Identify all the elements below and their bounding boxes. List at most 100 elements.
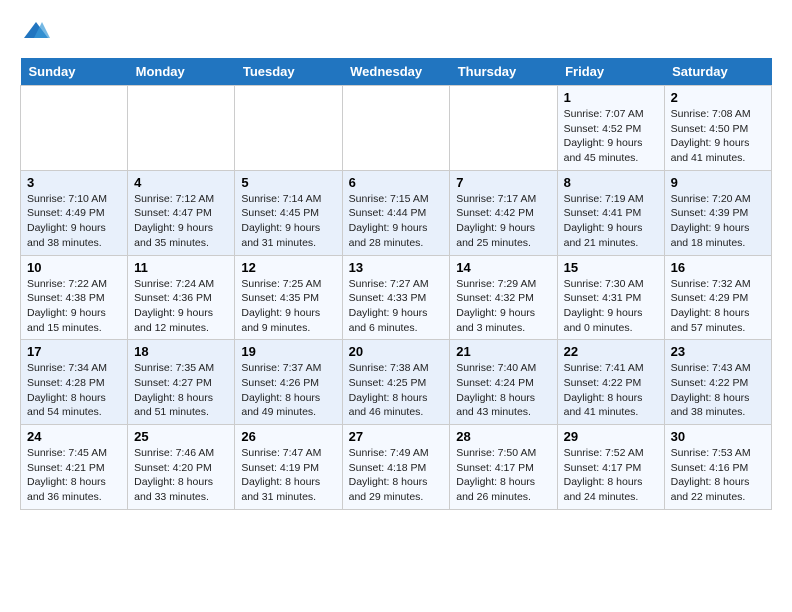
calendar-cell: 2 Sunrise: 7:08 AM Sunset: 4:50 PM Daylig… [664, 86, 771, 171]
calendar-cell [235, 86, 342, 171]
day-number: 22 [564, 344, 658, 359]
calendar-cell: 18 Sunrise: 7:35 AM Sunset: 4:27 PM Dayli… [128, 340, 235, 425]
day-info: Sunrise: 7:29 AM Sunset: 4:32 PM Dayligh… [456, 277, 550, 336]
day-info: Sunrise: 7:52 AM Sunset: 4:17 PM Dayligh… [564, 446, 658, 505]
day-info: Sunrise: 7:32 AM Sunset: 4:29 PM Dayligh… [671, 277, 765, 336]
day-number: 18 [134, 344, 228, 359]
day-info: Sunrise: 7:50 AM Sunset: 4:17 PM Dayligh… [456, 446, 550, 505]
calendar-cell: 7 Sunrise: 7:17 AM Sunset: 4:42 PM Daylig… [450, 170, 557, 255]
day-info: Sunrise: 7:49 AM Sunset: 4:18 PM Dayligh… [349, 446, 444, 505]
calendar-cell: 15 Sunrise: 7:30 AM Sunset: 4:31 PM Dayli… [557, 255, 664, 340]
day-number: 7 [456, 175, 550, 190]
calendar-cell: 9Sunrise: 7:20 AM Sunset: 4:39 PM Daylig… [664, 170, 771, 255]
calendar-cell: 12 Sunrise: 7:25 AM Sunset: 4:35 PM Dayli… [235, 255, 342, 340]
day-number: 17 [27, 344, 121, 359]
day-info: Sunrise: 7:12 AM Sunset: 4:47 PM Dayligh… [134, 192, 228, 251]
day-info: Sunrise: 7:47 AM Sunset: 4:19 PM Dayligh… [241, 446, 335, 505]
calendar-cell: 29 Sunrise: 7:52 AM Sunset: 4:17 PM Dayli… [557, 425, 664, 510]
col-header-thursday: Thursday [450, 58, 557, 86]
day-number: 27 [349, 429, 444, 444]
col-header-saturday: Saturday [664, 58, 771, 86]
day-info: Sunrise: 7:46 AM Sunset: 4:20 PM Dayligh… [134, 446, 228, 505]
day-info: Sunrise: 7:27 AM Sunset: 4:33 PM Dayligh… [349, 277, 444, 336]
day-number: 26 [241, 429, 335, 444]
day-number: 12 [241, 260, 335, 275]
calendar-cell [342, 86, 450, 171]
logo-icon [22, 20, 50, 42]
day-number: 20 [349, 344, 444, 359]
calendar-cell: 11 Sunrise: 7:24 AM Sunset: 4:36 PM Dayli… [128, 255, 235, 340]
calendar-cell: 23Sunrise: 7:43 AM Sunset: 4:22 PM Dayli… [664, 340, 771, 425]
day-info: Sunrise: 7:40 AM Sunset: 4:24 PM Dayligh… [456, 361, 550, 420]
day-info: Sunrise: 7:45 AM Sunset: 4:21 PM Dayligh… [27, 446, 121, 505]
day-number: 5 [241, 175, 335, 190]
calendar-cell: 19 Sunrise: 7:37 AM Sunset: 4:26 PM Dayli… [235, 340, 342, 425]
day-info: Sunrise: 7:37 AM Sunset: 4:26 PM Dayligh… [241, 361, 335, 420]
calendar-cell: 28 Sunrise: 7:50 AM Sunset: 4:17 PM Dayli… [450, 425, 557, 510]
col-header-wednesday: Wednesday [342, 58, 450, 86]
day-number: 10 [27, 260, 121, 275]
calendar-cell: 22Sunrise: 7:41 AM Sunset: 4:22 PM Dayli… [557, 340, 664, 425]
calendar-cell: 10 Sunrise: 7:22 AM Sunset: 4:38 PM Dayli… [21, 255, 128, 340]
day-info: Sunrise: 7:25 AM Sunset: 4:35 PM Dayligh… [241, 277, 335, 336]
day-number: 2 [671, 90, 765, 105]
day-info: Sunrise: 7:38 AM Sunset: 4:25 PM Dayligh… [349, 361, 444, 420]
calendar-cell: 21 Sunrise: 7:40 AM Sunset: 4:24 PM Dayli… [450, 340, 557, 425]
day-number: 9 [671, 175, 765, 190]
day-number: 15 [564, 260, 658, 275]
day-info: Sunrise: 7:35 AM Sunset: 4:27 PM Dayligh… [134, 361, 228, 420]
day-number: 28 [456, 429, 550, 444]
day-number: 23 [671, 344, 765, 359]
calendar-table: SundayMondayTuesdayWednesdayThursdayFrid… [20, 58, 772, 510]
day-info: Sunrise: 7:15 AM Sunset: 4:44 PM Dayligh… [349, 192, 444, 251]
calendar-cell: 6 Sunrise: 7:15 AM Sunset: 4:44 PM Daylig… [342, 170, 450, 255]
day-info: Sunrise: 7:22 AM Sunset: 4:38 PM Dayligh… [27, 277, 121, 336]
calendar-cell: 20 Sunrise: 7:38 AM Sunset: 4:25 PM Dayli… [342, 340, 450, 425]
day-info: Sunrise: 7:24 AM Sunset: 4:36 PM Dayligh… [134, 277, 228, 336]
day-info: Sunrise: 7:19 AM Sunset: 4:41 PM Dayligh… [564, 192, 658, 251]
header [20, 20, 772, 42]
day-info: Sunrise: 7:08 AM Sunset: 4:50 PM Dayligh… [671, 107, 765, 166]
col-header-tuesday: Tuesday [235, 58, 342, 86]
day-number: 4 [134, 175, 228, 190]
day-info: Sunrise: 7:07 AM Sunset: 4:52 PM Dayligh… [564, 107, 658, 166]
day-number: 14 [456, 260, 550, 275]
logo [20, 20, 52, 42]
calendar-cell: 14 Sunrise: 7:29 AM Sunset: 4:32 PM Dayli… [450, 255, 557, 340]
day-number: 25 [134, 429, 228, 444]
day-info: Sunrise: 7:34 AM Sunset: 4:28 PM Dayligh… [27, 361, 121, 420]
col-header-sunday: Sunday [21, 58, 128, 86]
calendar-cell: 8 Sunrise: 7:19 AM Sunset: 4:41 PM Daylig… [557, 170, 664, 255]
day-number: 13 [349, 260, 444, 275]
calendar-cell: 26 Sunrise: 7:47 AM Sunset: 4:19 PM Dayli… [235, 425, 342, 510]
day-number: 21 [456, 344, 550, 359]
calendar-cell: 17 Sunrise: 7:34 AM Sunset: 4:28 PM Dayli… [21, 340, 128, 425]
day-number: 6 [349, 175, 444, 190]
calendar-cell: 4 Sunrise: 7:12 AM Sunset: 4:47 PM Daylig… [128, 170, 235, 255]
day-number: 30 [671, 429, 765, 444]
day-number: 1 [564, 90, 658, 105]
day-number: 29 [564, 429, 658, 444]
day-number: 11 [134, 260, 228, 275]
calendar-cell: 27 Sunrise: 7:49 AM Sunset: 4:18 PM Dayli… [342, 425, 450, 510]
calendar-cell: 25 Sunrise: 7:46 AM Sunset: 4:20 PM Dayli… [128, 425, 235, 510]
calendar-cell: 24 Sunrise: 7:45 AM Sunset: 4:21 PM Dayli… [21, 425, 128, 510]
calendar-cell [128, 86, 235, 171]
col-header-monday: Monday [128, 58, 235, 86]
day-number: 3 [27, 175, 121, 190]
col-header-friday: Friday [557, 58, 664, 86]
day-number: 19 [241, 344, 335, 359]
day-info: Sunrise: 7:10 AM Sunset: 4:49 PM Dayligh… [27, 192, 121, 251]
calendar-cell: 1 Sunrise: 7:07 AM Sunset: 4:52 PM Daylig… [557, 86, 664, 171]
calendar-cell: 13 Sunrise: 7:27 AM Sunset: 4:33 PM Dayli… [342, 255, 450, 340]
calendar-cell: 3 Sunrise: 7:10 AM Sunset: 4:49 PM Daylig… [21, 170, 128, 255]
day-number: 8 [564, 175, 658, 190]
calendar-cell [21, 86, 128, 171]
day-info: Sunrise: 7:17 AM Sunset: 4:42 PM Dayligh… [456, 192, 550, 251]
calendar-cell: 30 Sunrise: 7:53 AM Sunset: 4:16 PM Dayli… [664, 425, 771, 510]
day-number: 24 [27, 429, 121, 444]
calendar-cell: 16 Sunrise: 7:32 AM Sunset: 4:29 PM Dayli… [664, 255, 771, 340]
day-number: 16 [671, 260, 765, 275]
day-info: Sunrise: 7:30 AM Sunset: 4:31 PM Dayligh… [564, 277, 658, 336]
day-info: Sunrise: 7:53 AM Sunset: 4:16 PM Dayligh… [671, 446, 765, 505]
